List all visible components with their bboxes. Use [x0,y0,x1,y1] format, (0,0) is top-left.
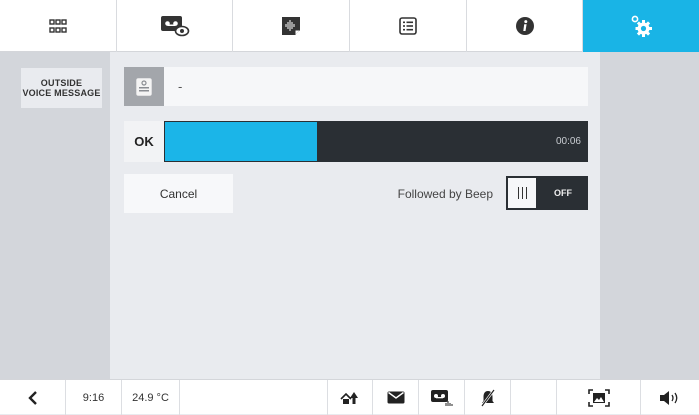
recording-progress-fill [165,122,317,161]
volume-button[interactable] [641,380,699,415]
right-panel [600,52,699,379]
top-tab-bar [0,0,699,52]
tab-settings[interactable] [583,0,699,52]
cancel-button[interactable]: Cancel [124,174,233,213]
voicemail-button[interactable] [419,380,465,415]
settings-gear-icon [631,15,653,37]
sidebar-item-outside-voice-message[interactable]: OUTSIDE VOICE MESSAGE [21,68,102,108]
toggle-state-label: OFF [554,188,572,198]
bottom-status-bar: 9:16 24.9 °C [0,379,699,415]
tab-info[interactable] [467,0,584,52]
followed-by-beep-label: Followed by Beep [397,186,493,201]
beep-toggle[interactable]: OFF [506,176,588,210]
bell-muted-icon [480,388,495,407]
apps-grid-icon [49,19,67,33]
clock: 9:16 [66,380,122,415]
toggle-knob[interactable] [508,178,536,208]
recording-progress-bar: 00:06 [165,122,587,161]
mail-icon [387,391,404,404]
tab-apps[interactable] [0,0,117,52]
bell-muted-button[interactable] [465,380,511,415]
left-sidebar: OUTSIDE VOICE MESSAGE [0,52,110,379]
voicemail-icon [430,389,452,406]
back-button[interactable] [0,380,66,415]
tab-audio-memo[interactable] [233,0,351,52]
info-icon [515,17,534,35]
ok-button[interactable]: OK [124,121,164,162]
voice-message-text: - [178,79,183,94]
voicemail-view-icon [160,16,189,37]
back-icon [27,390,37,405]
home-icon [340,391,358,404]
audio-memo-icon [282,17,301,35]
tab-list[interactable] [350,0,467,52]
spacer-cell [511,380,557,415]
temperature: 24.9 °C [122,380,180,415]
voice-message-icon [124,67,164,106]
volume-icon [660,390,678,405]
screen-button[interactable] [557,380,641,415]
voice-message-row[interactable]: - [124,67,588,106]
status-bar-spacer [180,380,327,415]
list-icon [399,17,417,35]
recording-progress-row: OK 00:06 [124,121,588,162]
recording-time: 00:06 [555,136,581,147]
tab-voicemail-view[interactable] [117,0,234,52]
screen-icon [587,388,610,407]
mail-button[interactable] [373,380,419,415]
home-button[interactable] [327,380,373,415]
